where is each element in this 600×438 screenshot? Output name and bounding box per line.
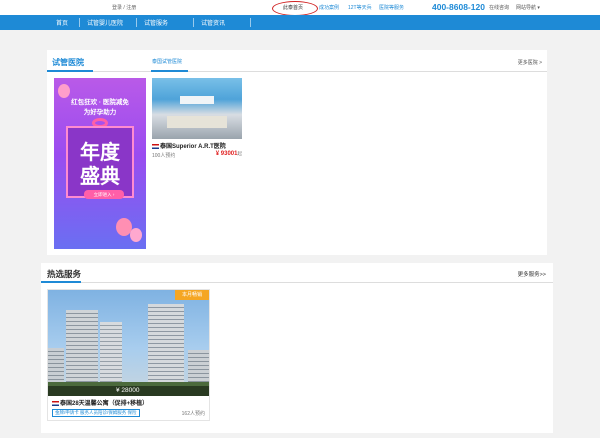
banner-big-text-2: 盛典: [80, 166, 120, 188]
login-link[interactable]: 登录: [112, 5, 122, 11]
login-register: 登录 / 注册: [112, 4, 136, 11]
hospital-section-title: 试管医院: [52, 58, 84, 67]
hospital-section: 试管医院 泰国试管医院 更多医院 > 红包狂欢 · 医院减免 为好孕助力 年度 …: [47, 50, 547, 255]
service-price: ¥ 28000: [116, 387, 140, 394]
top-link-hospital-service[interactable]: 医院等服务: [379, 4, 404, 11]
banner-cta-button[interactable]: 立即进入 ›: [84, 190, 124, 199]
more-hospitals-link[interactable]: 更多医院 >: [518, 59, 542, 66]
price-value: ¥ 93001: [215, 151, 238, 157]
section-divider: [47, 71, 547, 72]
nav-divider: [193, 18, 194, 27]
login-divider: /: [123, 5, 125, 11]
reception-desk: [167, 116, 227, 128]
booking-count: 162人预约: [181, 411, 205, 417]
title-underline: [47, 70, 93, 72]
services-section-title: 热选服务: [47, 269, 82, 279]
hospital-name[interactable]: 泰国Superior A.R.T医院: [152, 141, 226, 150]
tab-underline: [151, 70, 188, 72]
register-link[interactable]: 注册: [126, 5, 136, 11]
bestseller-badge: 本月畅销: [175, 290, 209, 300]
nav-item-ivf-news[interactable]: 试管资讯: [201, 18, 225, 27]
price-bar: ¥ 28000: [48, 386, 209, 396]
online-consult-link[interactable]: 在线咨询: [489, 4, 509, 11]
hospital-photo: [152, 78, 242, 139]
banner-line1: 红包狂欢 · 医院减免: [71, 99, 129, 106]
service-name[interactable]: 泰国28天温馨公寓（促排+移植）: [52, 398, 148, 407]
top-link-success-cases[interactable]: 成功案例: [319, 4, 339, 11]
nav-item-home[interactable]: 首页: [56, 18, 68, 27]
top-link-home[interactable]: 此泰首页: [283, 4, 303, 11]
booking-count: 100人预约: [152, 153, 176, 159]
balloon-icon: [130, 228, 142, 242]
title-underline: [41, 281, 81, 283]
top-link-package[interactable]: 12T等天兵: [348, 4, 372, 11]
thailand-flag-icon: [52, 400, 59, 406]
thailand-flag-icon: [152, 143, 159, 149]
nav-divider: [250, 18, 251, 27]
more-services-link[interactable]: 更多服务>>: [518, 270, 546, 278]
service-name-text: 泰国28天温馨公寓（促排+移植）: [60, 401, 149, 407]
section-divider: [41, 282, 553, 283]
service-card[interactable]: 本月畅销 ¥ 28000 泰国28天温馨公寓（促排+移植） 金牌/申请卡 服务人…: [47, 289, 210, 421]
service-features-badge: 金牌/申请卡 服务人员陪诊/保姆服务 保险: [52, 409, 140, 417]
nav-divider: [136, 18, 137, 27]
hotline-phone: 400-8608-120: [432, 2, 485, 12]
top-bar: 登录 / 注册 此泰首页 成功案例 12T等天兵 医院等服务 400-8608-…: [0, 0, 600, 16]
apartment-photo: [48, 290, 209, 396]
promo-banner[interactable]: 红包狂欢 · 医院减免 为好孕助力 年度 盛典 立即进入 ›: [54, 78, 146, 249]
nav-item-ivf-services[interactable]: 试管服务: [144, 18, 168, 27]
hospital-card[interactable]: 泰国Superior A.R.T医院 100人预约 ¥ 93001起: [152, 78, 242, 163]
services-section: 热选服务 更多服务>> 本月畅销 ¥ 28000 泰国28天温馨公寓（促排+移植…: [41, 263, 553, 433]
price-unit: 起: [237, 151, 243, 156]
banner-line2: 为好孕助力: [83, 109, 117, 116]
site-nav-label: 网站导航: [516, 5, 537, 11]
reception-sign: [180, 96, 214, 104]
nav-divider: [79, 18, 80, 27]
chevron-down-icon: ▾: [536, 5, 540, 11]
nav-item-ivf-hospitals[interactable]: 试管婴儿医院: [87, 18, 123, 27]
tab-thailand-hospitals[interactable]: 泰国试管医院: [152, 58, 182, 65]
main-nav: 首页 试管婴儿医院 试管服务 试管资讯: [0, 15, 600, 30]
hospital-name-text: 泰国Superior A.R.T医院: [160, 144, 226, 150]
hospital-price: ¥ 93001起: [216, 151, 242, 157]
site-nav-dropdown[interactable]: 网站导航 ▾: [516, 4, 540, 11]
